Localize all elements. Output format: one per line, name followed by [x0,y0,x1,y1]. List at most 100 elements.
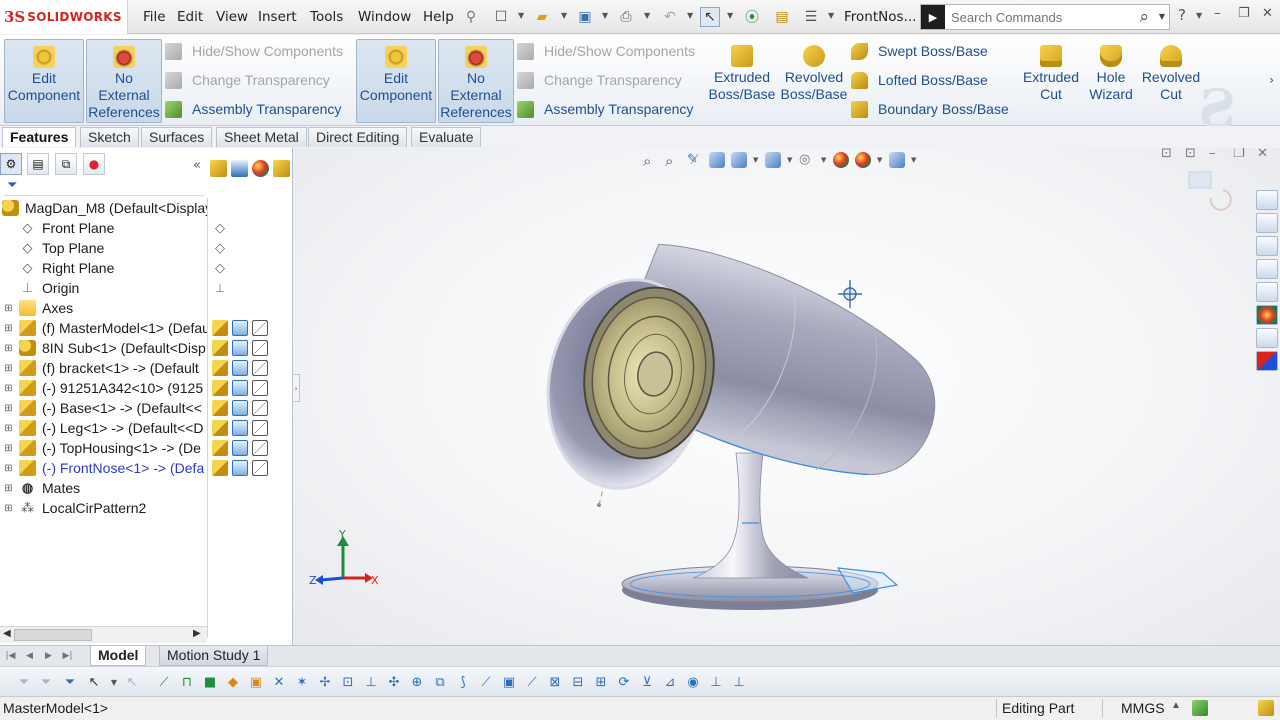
change-transparency-button-2[interactable]: Change Transparency [517,68,682,92]
assembly-transparency-button[interactable]: Assembly Transparency [165,97,341,121]
expand-icon[interactable]: ⊞ [4,443,13,454]
display-mode-icon[interactable] [232,420,248,436]
display-mode-icon[interactable] [232,340,248,356]
tab-sheet-metal[interactable]: Sheet Metal [216,127,307,147]
menu-insert[interactable]: Insert [258,9,297,25]
line-icon[interactable]: ⟋ [156,674,172,690]
solidworks-logo[interactable]: 3S SOLIDWORKS [0,0,128,34]
undo-icon[interactable]: ↶ [660,7,680,27]
tree-item-leg[interactable]: ⊞ (-) Leg<1> -> (Default<<D [0,418,208,438]
hide-show-icon[interactable] [212,440,228,456]
tab-motion-study-1[interactable]: Motion Study 1 [159,646,269,666]
point-icon[interactable]: ⊕ [409,674,425,690]
swept-boss-base-button[interactable]: Swept Boss/Base [851,39,988,63]
tree-item-base[interactable]: ⊞ (-) Base<1> -> (Default<< [0,398,208,418]
select-icon[interactable]: ↖ [86,674,102,690]
property-manager-tab-icon[interactable]: ▤ [27,153,49,175]
home-icon[interactable] [1256,213,1278,233]
tab-direct-editing[interactable]: Direct Editing [308,127,408,147]
hide-show-components-button[interactable]: Hide/Show Components [165,39,343,63]
filter-edges-icon[interactable]: ⏷ [62,674,78,690]
caret-icon[interactable]: ▼ [821,156,827,164]
tree-root[interactable]: MagDan_M8 (Default<Display [0,198,208,218]
appearance-icon[interactable] [252,440,268,456]
help-dropdown-icon[interactable]: ▼ [1196,11,1202,20]
expand-panel-icon[interactable]: › [293,374,300,402]
viewport-link-icon[interactable]: ⊡ [1185,148,1196,161]
hide-show-items-icon[interactable]: ◎ [799,152,815,168]
select-dropdown-icon[interactable]: ▼ [727,11,733,20]
options-dropdown-icon[interactable]: ▼ [828,11,834,20]
previous-view-icon[interactable]: ✎ [687,152,703,168]
tab-features[interactable]: Features [2,127,77,147]
repair-sketch-icon[interactable]: ⊥ [708,674,724,690]
help-icon[interactable]: ? [1178,6,1186,24]
display-relations-icon[interactable]: ◉ [685,674,701,690]
tree-item-frontnose[interactable]: ⊞ (-) FrontNose<1> -> (Defa [0,458,208,478]
section-view-icon[interactable] [709,152,725,168]
expand-icon[interactable]: ⊞ [4,403,13,414]
tree-horizontal-scrollbar[interactable]: ◀ ▶ [0,626,207,643]
expand-icon[interactable]: ⊞ [4,423,13,434]
edit-appearance-icon[interactable] [833,152,849,168]
tree-item-localcirpattern2[interactable]: ⊞ ⁂ LocalCirPattern2 [0,498,208,518]
prev-tab-icon[interactable]: ◀ [22,649,37,663]
filter-funnel-icon[interactable]: ⏷ [7,178,17,193]
file-explorer-icon[interactable] [1256,259,1278,279]
rebuild-icon[interactable]: ⦿ [742,7,762,27]
plane-visibility-icon[interactable]: ◇ [212,220,228,236]
select-cursor-icon[interactable]: ↖ [700,7,720,27]
tree-filter[interactable]: ⏷ [4,178,204,196]
view-orientation-dropdown-icon[interactable] [731,152,747,168]
revolved-cut-button[interactable]: Revolved Cut [1138,39,1204,123]
move-handle-icon[interactable] [838,280,862,308]
revolved-boss-base-button[interactable]: Revolved Boss/Base [780,39,848,123]
appearance-icon[interactable] [252,340,268,356]
menu-edit[interactable]: Edit [177,9,203,25]
open-folder-icon[interactable]: ▰ [532,7,552,27]
rebuild-status-icon[interactable] [1192,700,1208,716]
convert-entities-icon[interactable]: ⟆ [455,674,471,690]
menu-help[interactable]: Help [423,9,454,25]
appearances-icon[interactable] [1256,305,1278,325]
hide-show-icon[interactable] [212,420,228,436]
no-external-references-button[interactable]: No External References [86,39,162,123]
plane-visibility-icon[interactable]: ◇ [212,260,228,276]
expand-icon[interactable]: ⊞ [4,323,13,334]
expand-icon[interactable]: ⊞ [4,503,13,514]
scroll-right-icon[interactable]: ▶ [193,628,201,639]
menu-view[interactable]: View [216,9,248,25]
display-pane-icon[interactable] [273,160,290,177]
fillet-icon[interactable]: ⊡ [340,674,356,690]
tree-item-tophousing[interactable]: ⊞ (-) TopHousing<1> -> (De [0,438,208,458]
boundary-boss-base-button[interactable]: Boundary Boss/Base [851,97,1009,121]
view-settings-icon[interactable] [889,152,905,168]
viewport-split-icon[interactable]: ⊡ [1161,148,1172,161]
appearance-display-icon[interactable] [252,160,269,177]
tree-item-right-plane[interactable]: ◇ Right Plane [0,258,208,278]
appearance-icon[interactable] [252,460,268,476]
display-style-icon[interactable] [765,152,781,168]
move-entities-icon[interactable]: ⟳ [616,674,632,690]
tab-evaluate[interactable]: Evaluate [411,127,482,147]
view-orientation-icon[interactable] [1188,171,1232,211]
tree-item-axes[interactable]: ⊞ Axes [0,298,208,318]
chamfer-icon[interactable]: ⊥ [363,674,379,690]
trim-entities-icon[interactable]: ▣ [501,674,517,690]
search-input[interactable] [945,9,1125,25]
search-dropdown-icon[interactable]: ▼ [1159,12,1165,21]
scroll-left-icon[interactable]: ◀ [3,628,11,639]
extruded-cut-button[interactable]: Extruded Cut [1018,39,1084,123]
hide-show-icon[interactable] [212,320,228,336]
tree-item-mates[interactable]: ⊞ ◍ Mates [0,478,208,498]
menu-tools[interactable]: Tools [310,9,343,25]
tree-item-bracket[interactable]: ⊞ (f) bracket<1> -> (Default [0,358,208,378]
print-dropdown-icon[interactable]: ▼ [644,11,650,20]
edit-component-button[interactable]: Edit Component [4,39,84,123]
hide-show-components-button-2[interactable]: Hide/Show Components [517,39,695,63]
menu-window[interactable]: Window [358,9,411,25]
hide-show-icon[interactable] [212,460,228,476]
config-display-icon[interactable] [231,160,248,177]
caret-icon[interactable]: ▼ [877,156,883,164]
save-dropdown-icon[interactable]: ▼ [602,11,608,20]
